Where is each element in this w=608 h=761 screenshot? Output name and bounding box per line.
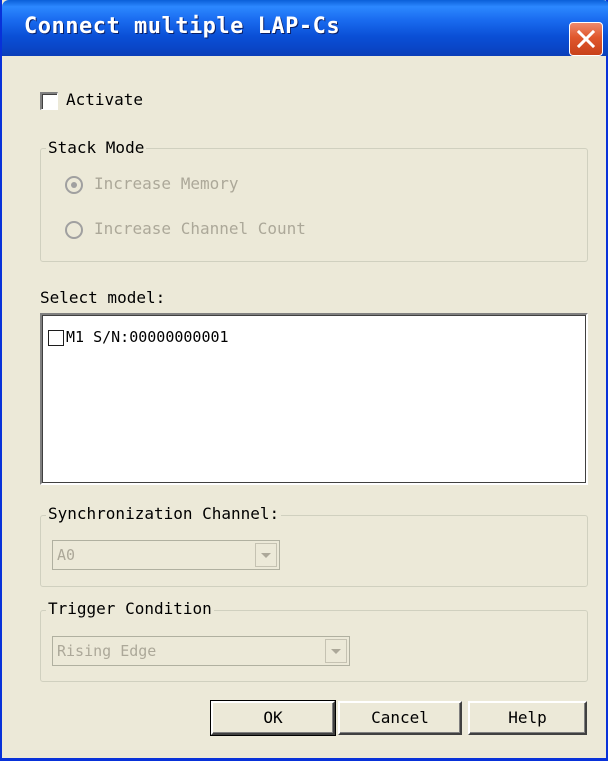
help-button[interactable]: Help [468, 701, 587, 735]
activate-checkbox[interactable] [40, 92, 58, 110]
close-icon [577, 30, 595, 48]
trigger-condition-select[interactable]: Rising Edge [52, 636, 350, 666]
stack-mode-group [40, 148, 588, 262]
sync-channel-value: A0 [57, 546, 76, 564]
dialog-title: Connect multiple LAP-Cs [24, 14, 341, 39]
trigger-condition-value: Rising Edge [57, 642, 157, 660]
increase-channel-count-label: Increase Channel Count [94, 219, 306, 238]
trigger-condition-legend: Trigger Condition [46, 599, 214, 618]
chevron-down-icon[interactable] [255, 543, 277, 567]
model-item-label[interactable]: M1 S/N:00000000001 [66, 328, 229, 346]
ok-button[interactable]: OK [210, 700, 336, 736]
dialog-window: Connect multiple LAP-Cs Activate Stack M… [0, 0, 608, 761]
close-button[interactable] [569, 22, 603, 56]
select-model-label: Select model: [40, 288, 166, 307]
increase-memory-label: Increase Memory [94, 174, 239, 193]
stack-mode-legend: Stack Mode [46, 138, 147, 157]
sync-channel-select[interactable]: A0 [52, 540, 280, 570]
cancel-button[interactable]: Cancel [338, 701, 462, 735]
activate-label: Activate [66, 90, 144, 109]
title-bar[interactable]: Connect multiple LAP-Cs [2, 0, 608, 56]
radio-increase-memory[interactable] [65, 176, 83, 194]
model-listbox[interactable]: M1 S/N:00000000001 [40, 313, 588, 485]
sync-channel-legend: Synchronization Channel: [46, 504, 282, 523]
radio-increase-channel-count[interactable] [65, 221, 83, 239]
chevron-down-icon[interactable] [325, 639, 347, 663]
model-item-checkbox[interactable] [48, 330, 64, 346]
